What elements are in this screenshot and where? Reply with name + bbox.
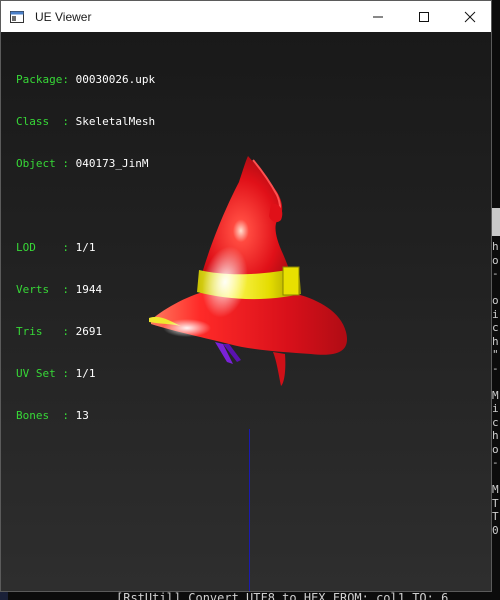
console-edge-char: h bbox=[492, 334, 499, 348]
vertical-axis-line bbox=[249, 429, 250, 591]
console-scrollbar-thumb[interactable] bbox=[492, 208, 500, 236]
console-edge-char: T bbox=[492, 510, 499, 523]
title-bar[interactable]: UE Viewer bbox=[1, 1, 491, 32]
console-edge-char: 0 bbox=[492, 523, 499, 537]
minimize-icon bbox=[373, 16, 383, 17]
console-edge-char: M bbox=[492, 388, 499, 402]
console-edge-char: - bbox=[492, 267, 499, 280]
console-text-edge: ho- o i c h " - Micho- MTT0 bbox=[492, 240, 500, 537]
console-edge-char: i bbox=[492, 307, 499, 321]
console-edge-char bbox=[492, 281, 500, 295]
console-edge-char: c bbox=[492, 321, 499, 334]
close-icon bbox=[464, 11, 476, 22]
console-edge-char: M bbox=[492, 483, 499, 496]
brim-highlight bbox=[163, 319, 211, 337]
console-bottom-line: [RstUtil] Convert UTF8 to HEX FROM: col1… bbox=[116, 591, 449, 600]
maximize-icon bbox=[419, 11, 429, 22]
console-edge-char: o bbox=[492, 442, 499, 456]
console-edge-char: o bbox=[492, 294, 499, 307]
console-edge-char: h bbox=[492, 240, 499, 253]
close-button[interactable] bbox=[447, 1, 493, 32]
console-edge-char: T bbox=[492, 496, 499, 510]
console-edge-char: h bbox=[492, 429, 499, 442]
console-edge-char: c bbox=[492, 415, 499, 429]
minimize-button[interactable] bbox=[355, 1, 401, 32]
window-title: UE Viewer bbox=[35, 9, 92, 24]
maximize-button[interactable] bbox=[401, 1, 447, 32]
skeletal-mesh-render[interactable] bbox=[1, 32, 491, 591]
console-edge-char: i bbox=[492, 402, 499, 415]
console-edge-char: - bbox=[492, 456, 499, 469]
console-edge-char: " bbox=[492, 348, 499, 361]
console-edge-char: o bbox=[492, 253, 499, 267]
hat-brim bbox=[149, 290, 348, 386]
console-edge-char bbox=[492, 375, 500, 389]
window-icon bbox=[9, 9, 25, 25]
console-edge-char: - bbox=[492, 361, 499, 375]
ue-viewer-window[interactable]: UE Viewer Package: 00030026.upk Class : … bbox=[0, 0, 492, 592]
console-edge-char bbox=[492, 470, 500, 484]
3d-viewport[interactable]: Package: 00030026.upk Class : SkeletalMe… bbox=[1, 32, 491, 591]
